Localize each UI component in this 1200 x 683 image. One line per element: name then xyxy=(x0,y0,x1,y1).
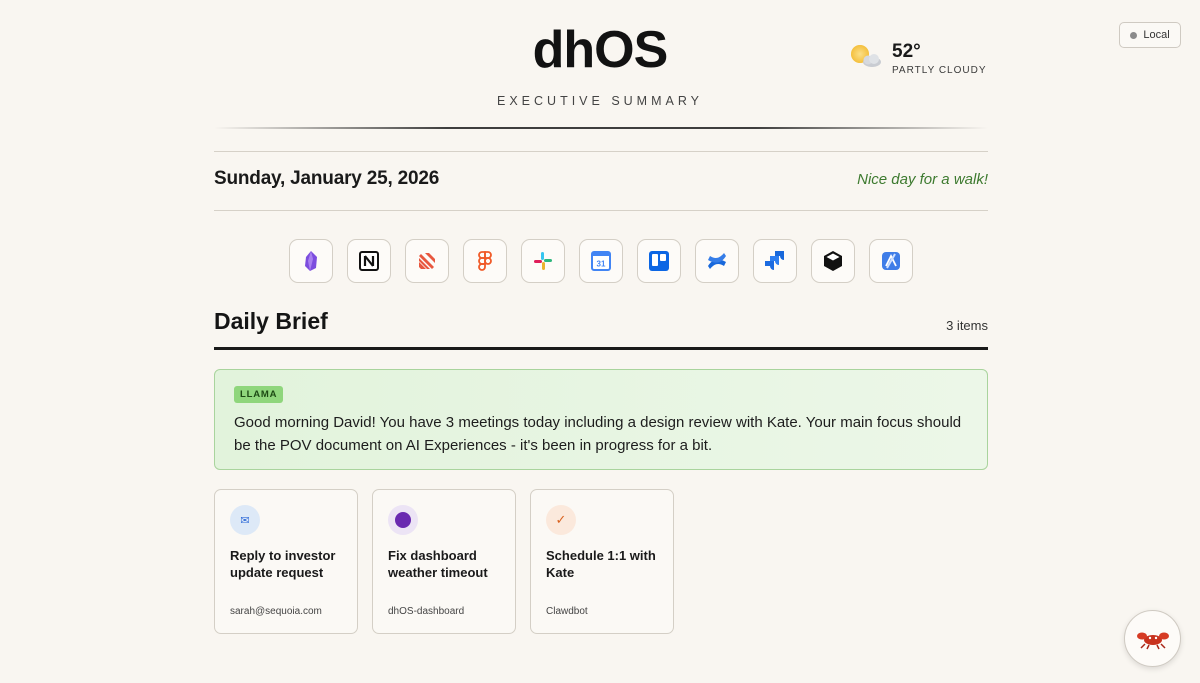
calendar-icon: 31 xyxy=(591,251,611,271)
task-card[interactable]: ✉ Reply to investor update request sarah… xyxy=(214,489,358,634)
current-date: Sunday, January 25, 2026 xyxy=(214,168,440,189)
task-title: Fix dashboard weather timeout xyxy=(388,548,488,580)
weather-note: Nice day for a walk! xyxy=(857,171,988,188)
calendar-icon-day: 31 xyxy=(597,260,606,269)
app-tile-linear[interactable] xyxy=(405,239,449,283)
date-row-divider-bottom xyxy=(214,210,988,211)
task-list: ✉ Reply to investor update request sarah… xyxy=(214,489,674,634)
ai-summary-text: Good morning David! You have 3 meetings … xyxy=(234,414,962,454)
app-tile-confluence[interactable] xyxy=(695,239,739,283)
app-tile-trello[interactable] xyxy=(637,239,681,283)
notion-icon xyxy=(359,251,379,271)
app-tile-xcode[interactable] xyxy=(869,239,913,283)
jira-icon xyxy=(765,251,784,270)
figma-icon xyxy=(478,251,492,271)
app-tile-notion[interactable] xyxy=(347,239,391,283)
assistant-button[interactable] xyxy=(1124,610,1181,667)
brief-item-count: 3 items xyxy=(946,318,988,333)
xcode-icon xyxy=(882,252,900,270)
app-tile-slack[interactable] xyxy=(521,239,565,283)
task-title: Reply to investor update request xyxy=(230,548,336,580)
trello-icon xyxy=(649,251,669,271)
purple-dot-icon xyxy=(388,505,418,535)
app-tile-figma[interactable] xyxy=(463,239,507,283)
lobster-icon xyxy=(1136,632,1169,649)
cube-icon xyxy=(824,251,842,271)
confluence-icon xyxy=(708,253,726,269)
section-title-daily-brief: Daily Brief xyxy=(214,308,328,334)
checkmark-icon: ✓ xyxy=(546,505,576,535)
task-card[interactable]: Fix dashboard weather timeout dhOS-dashb… xyxy=(372,489,516,634)
task-title: Schedule 1:1 with Kate xyxy=(546,548,656,580)
page-subtitle: EXECUTIVE SUMMARY xyxy=(497,94,703,108)
app-tile-google-calendar[interactable]: 31 xyxy=(579,239,623,283)
weather-widget: 52° PARTLY CLOUDY xyxy=(848,40,987,76)
task-source: dhOS-dashboard xyxy=(388,606,465,617)
slack-icon xyxy=(534,252,552,270)
task-source: Clawdbot xyxy=(546,606,588,617)
weather-temperature: 52° xyxy=(892,41,921,62)
app-launcher: 31 xyxy=(289,239,913,283)
obsidian-icon xyxy=(305,251,317,271)
linear-icon xyxy=(419,253,435,269)
task-card[interactable]: ✓ Schedule 1:1 with Kate Clawdbot xyxy=(530,489,674,634)
app-tile-obsidian[interactable] xyxy=(289,239,333,283)
date-row-divider-top xyxy=(214,151,988,152)
mail-icon: ✉ xyxy=(230,505,260,535)
header-divider xyxy=(214,127,988,129)
app-tile-jira[interactable] xyxy=(753,239,797,283)
app-title: dhOS xyxy=(532,21,669,79)
model-badge: LLAMA xyxy=(234,386,284,403)
ai-summary-card: LLAMA Good morning David! You have 3 mee… xyxy=(214,369,988,470)
app-tile-box[interactable] xyxy=(811,239,855,283)
weather-condition: PARTLY CLOUDY xyxy=(892,65,987,76)
task-source: sarah@sequoia.com xyxy=(230,606,322,617)
partly-cloudy-icon xyxy=(848,40,884,72)
section-divider xyxy=(214,347,988,350)
